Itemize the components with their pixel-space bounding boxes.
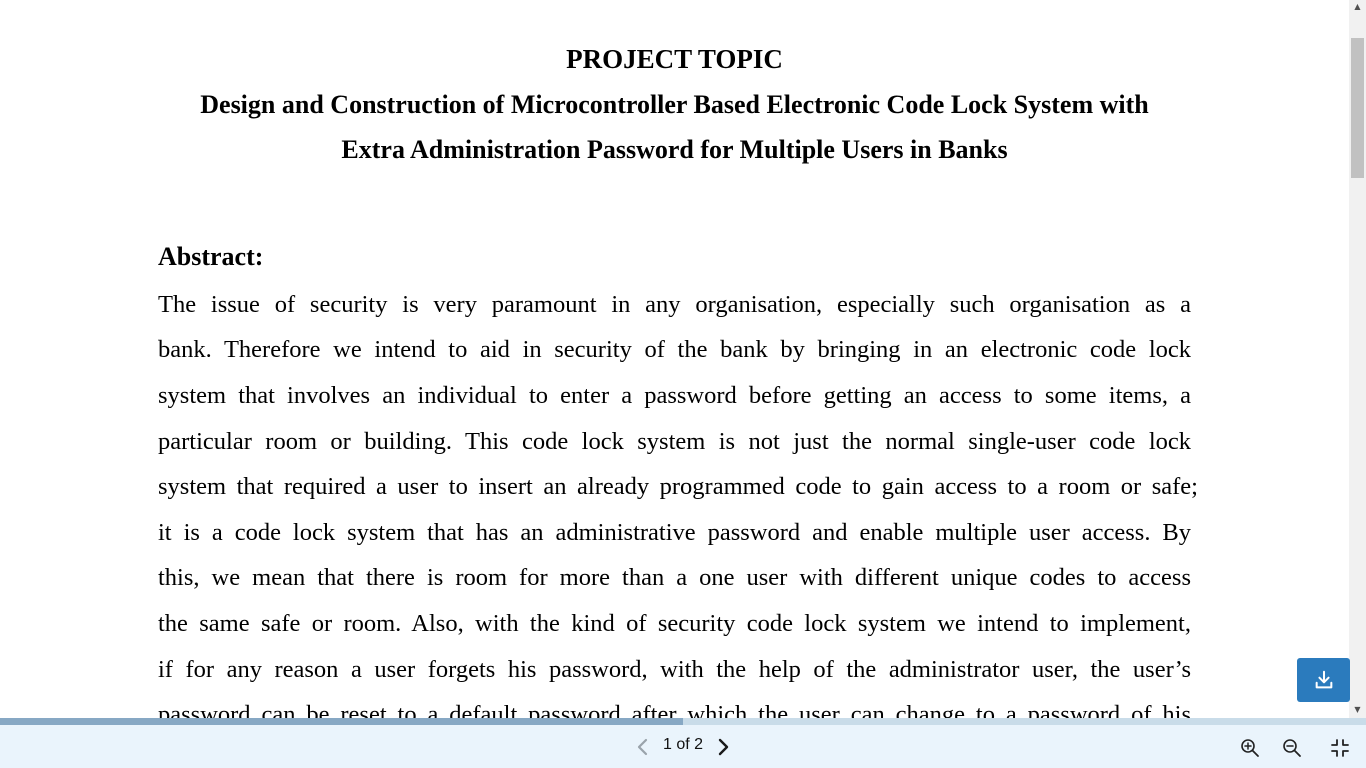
reading-progress-fill	[0, 718, 683, 725]
scrollbar-thumb[interactable]	[1351, 38, 1364, 178]
page-indicator: 1 of 2	[662, 736, 704, 753]
scroll-down-arrow-icon[interactable]: ▼	[1349, 703, 1366, 717]
document-heading: PROJECT TOPIC	[566, 44, 783, 74]
download-button[interactable]	[1297, 658, 1350, 702]
abstract-line: particular room or building. This code l…	[158, 428, 1191, 455]
abstract-line: The issue of security is very paramount …	[158, 291, 1191, 318]
zoom-in-icon	[1241, 739, 1259, 757]
abstract-line: it is a code lock system that has an adm…	[158, 519, 1191, 546]
abstract-line: bank. Therefore we intend to aid in secu…	[158, 336, 1191, 363]
abstract-line: if for any reason a user forgets his pas…	[158, 656, 1191, 683]
document-title-line-1: Design and Construction of Microcontroll…	[200, 90, 1149, 119]
download-icon	[1315, 670, 1332, 689]
vertical-scrollbar[interactable]: ▲ ▼	[1349, 0, 1366, 718]
viewer-toolbar: 1 of 2	[0, 725, 1366, 768]
chevron-right-icon	[718, 738, 729, 756]
zoom-in-button[interactable]	[1238, 736, 1262, 760]
zoom-out-button[interactable]	[1280, 736, 1304, 760]
document-viewer[interactable]: PROJECT TOPIC Design and Construction of…	[0, 0, 1349, 718]
next-page-button[interactable]	[711, 735, 735, 759]
abstract-line: system that involves an individual to en…	[158, 382, 1191, 409]
reading-progress-bar	[0, 718, 1366, 725]
abstract-line: this, we mean that there is room for mor…	[158, 564, 1191, 591]
abstract-heading: Abstract:	[158, 242, 264, 271]
chevron-left-icon	[637, 738, 648, 756]
zoom-out-icon	[1283, 739, 1301, 757]
exit-fullscreen-icon	[1331, 739, 1349, 757]
abstract-line: system that required a user to insert an…	[158, 473, 1198, 500]
previous-page-button[interactable]	[631, 735, 655, 759]
document-title-line-2: Extra Administration Password for Multip…	[341, 135, 1008, 164]
scroll-up-arrow-icon[interactable]: ▲	[1349, 0, 1366, 14]
abstract-line: password can be reset to a default passw…	[158, 701, 1191, 718]
abstract-line: the same safe or room. Also, with the ki…	[158, 610, 1191, 637]
exit-fullscreen-button[interactable]	[1328, 736, 1352, 760]
